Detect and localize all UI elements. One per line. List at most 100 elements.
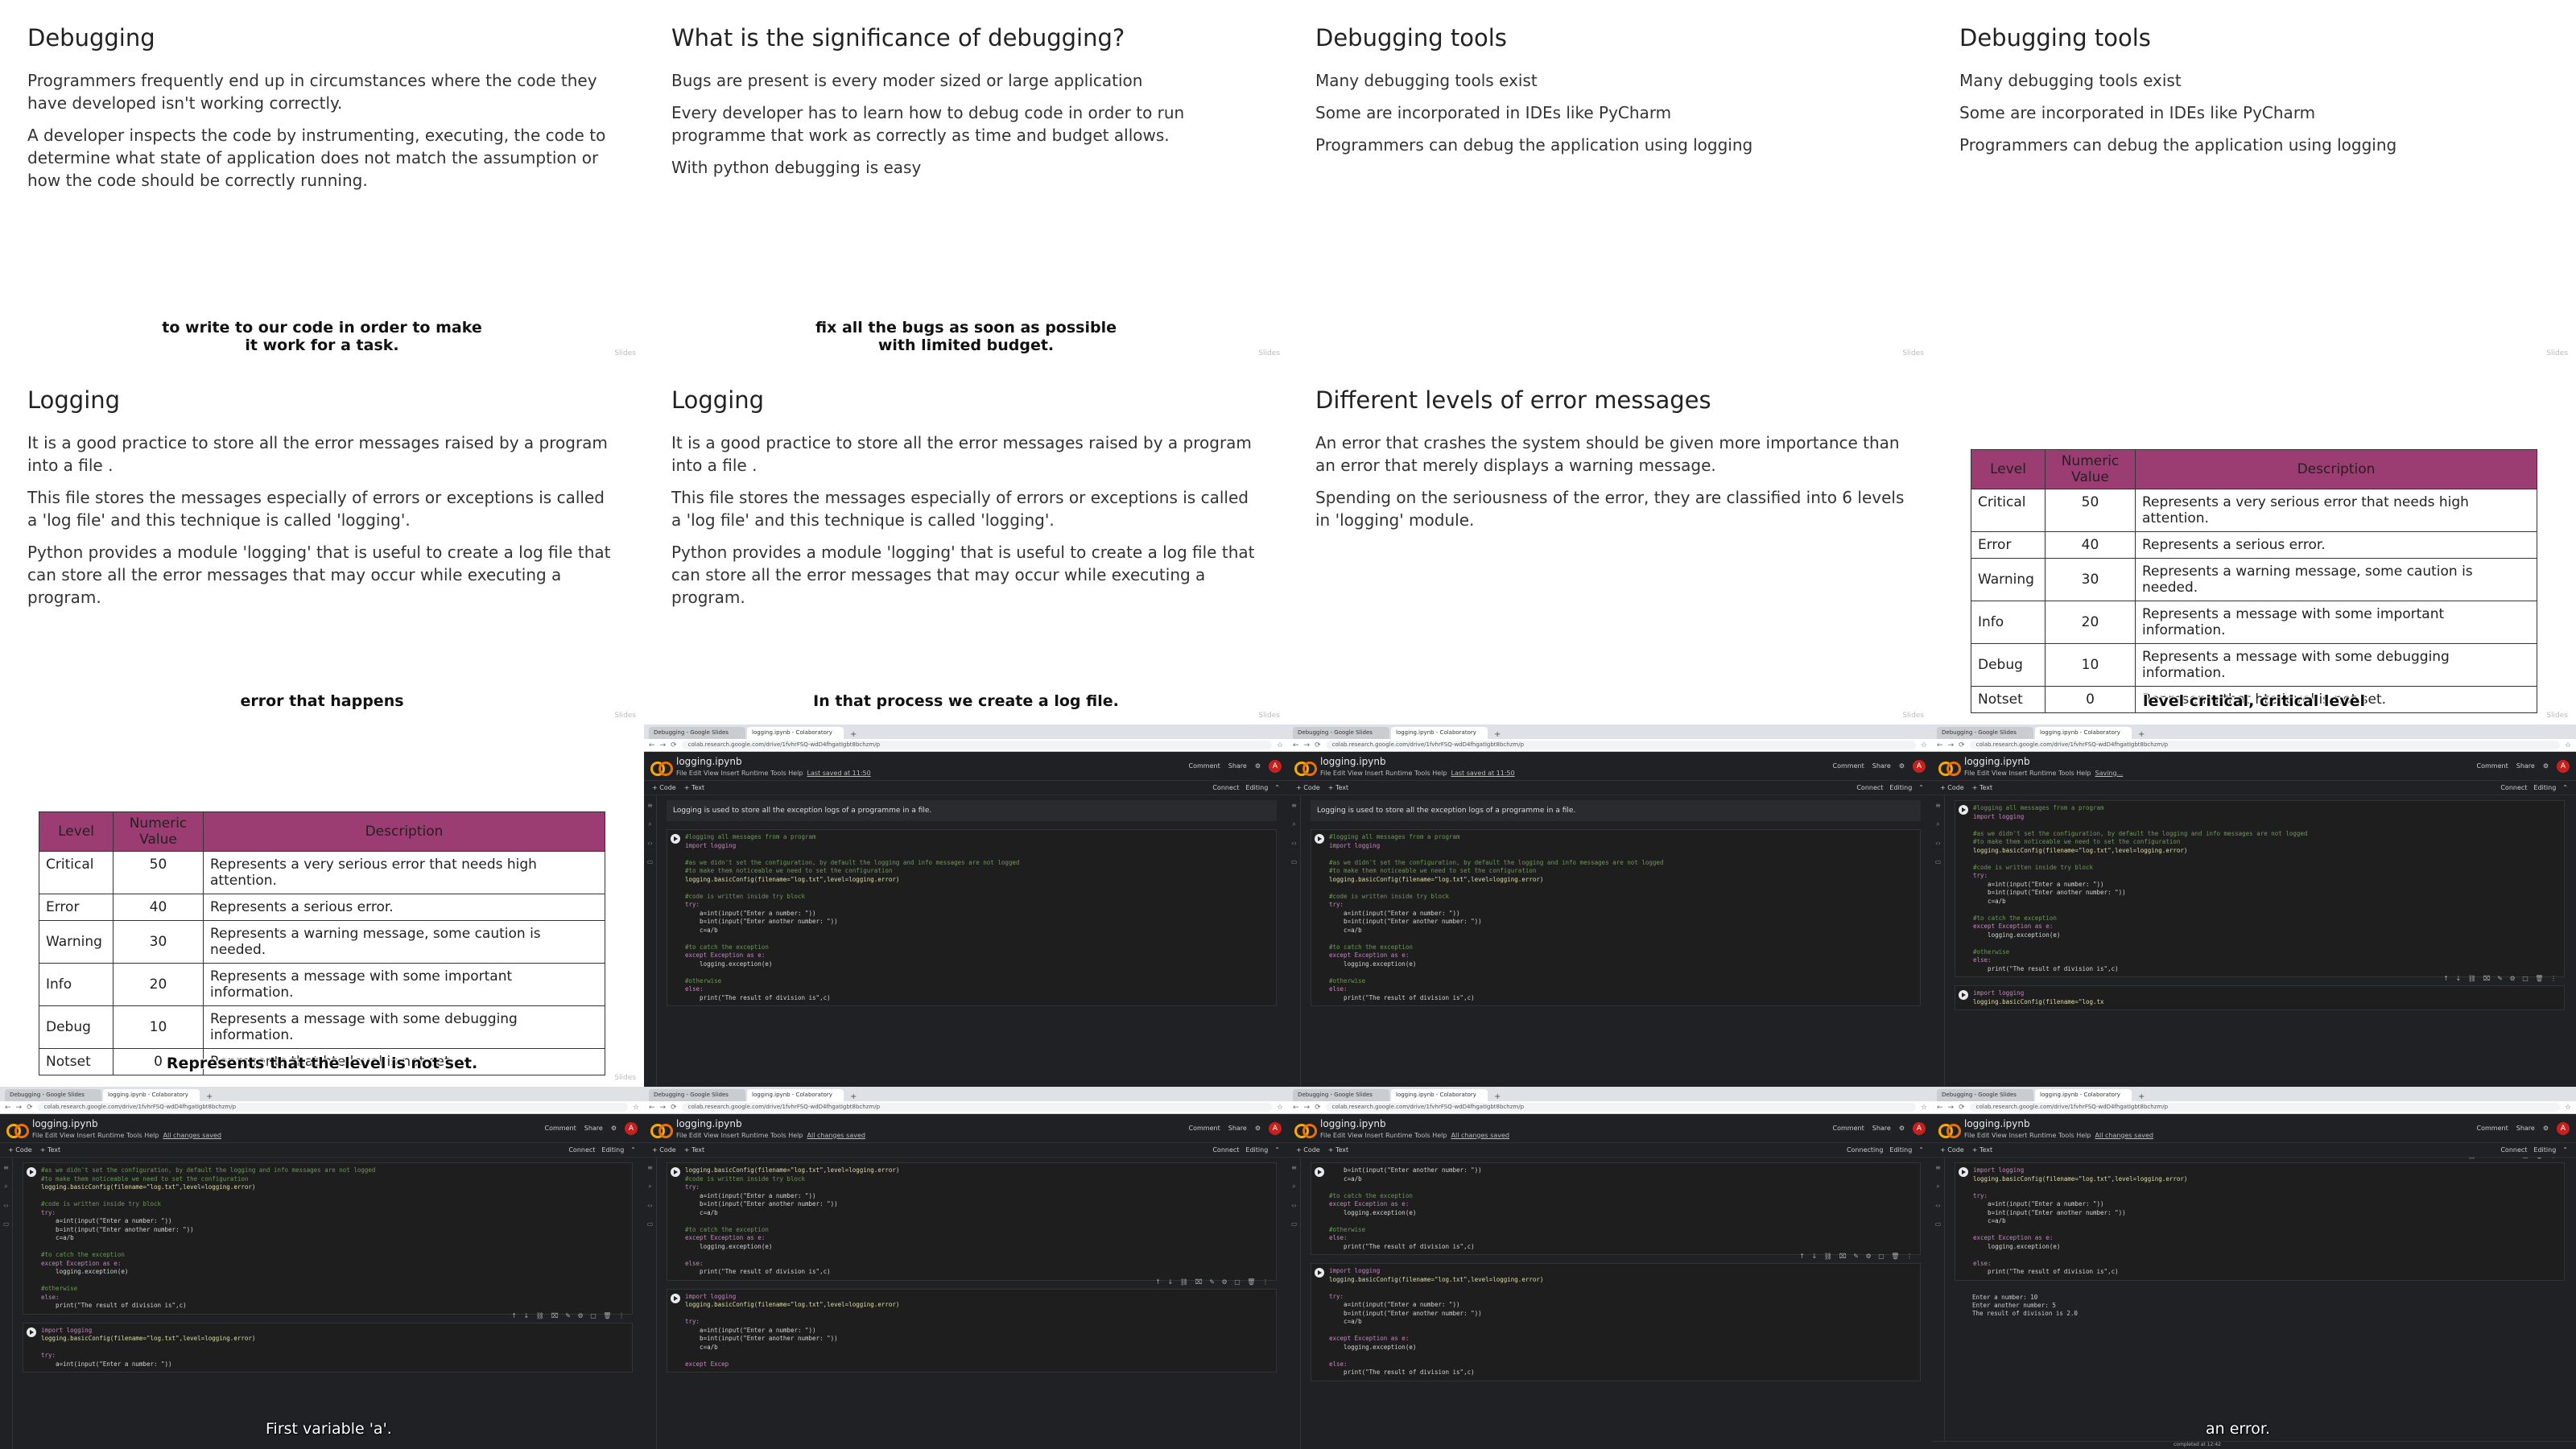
chevron-up-icon[interactable]: ⌃: [1274, 784, 1280, 791]
browser-tab[interactable]: Debugging - Google Slides: [649, 727, 745, 739]
folder-icon[interactable]: ▭: [1291, 1220, 1298, 1228]
cell-toolbar[interactable]: ↑ ↓ ⛓ ⌧ ✎ ⚙ ▢ 🗑 ⋮: [511, 1312, 627, 1319]
menu-icon[interactable]: ≡: [647, 1164, 653, 1171]
menu-icon[interactable]: ≡: [1935, 1164, 1941, 1171]
menu-bar[interactable]: File Edit View Insert Runtime Tools Help: [1964, 770, 2091, 777]
gear-icon[interactable]: ⚙: [1899, 1125, 1905, 1132]
comment-button[interactable]: Comment: [1833, 762, 1864, 770]
search-icon[interactable]: ⌕: [648, 820, 651, 828]
code-cell[interactable]: logging.basicConfig(filename="log.txt",l…: [667, 1162, 1277, 1281]
share-button[interactable]: Share: [1228, 1125, 1247, 1132]
run-cell-button[interactable]: [671, 834, 680, 844]
gear-icon[interactable]: ⚙: [1255, 762, 1261, 770]
reload-icon[interactable]: ⟳: [1959, 1104, 1965, 1112]
share-button[interactable]: Share: [2516, 1125, 2535, 1132]
code-cell[interactable]: #logging all messages from a program imp…: [1311, 829, 1921, 1006]
notebook-filename[interactable]: logging.ipynb: [1964, 756, 2123, 767]
notebook-filename[interactable]: logging.ipynb: [1320, 756, 1515, 767]
add-code-button[interactable]: + Code: [1940, 1146, 1964, 1154]
gear-icon[interactable]: ⚙: [2543, 1125, 2549, 1132]
avatar[interactable]: A: [1913, 1121, 1926, 1135]
add-text-button[interactable]: + Text: [1972, 784, 1992, 791]
gear-icon[interactable]: ⚙: [1899, 762, 1905, 770]
code-icon[interactable]: ‹›: [3, 1202, 8, 1209]
add-code-button[interactable]: + Code: [652, 1146, 676, 1154]
share-button[interactable]: Share: [2516, 762, 2535, 770]
connect-button[interactable]: Connect: [1212, 784, 1239, 791]
forward-icon[interactable]: →: [1304, 1104, 1311, 1112]
editing-mode[interactable]: Editing: [601, 1146, 624, 1154]
folder-icon[interactable]: ▭: [1935, 858, 1942, 865]
connect-button[interactable]: Connect: [1212, 1146, 1239, 1154]
code-cell[interactable]: import logging logging.basicConfig(filena…: [1955, 975, 2565, 1010]
comment-button[interactable]: Comment: [545, 1125, 576, 1132]
run-cell-button[interactable]: [1315, 1167, 1324, 1177]
avatar[interactable]: A: [1269, 1121, 1282, 1135]
cell-toolbar[interactable]: ↑ ↓ ⛓ ⌧ ✎ ⚙ ▢ 🗑 ⋮: [2443, 1158, 2559, 1159]
menu-bar[interactable]: File Edit View Insert Runtime Tools Help: [676, 770, 803, 777]
url-field[interactable]: colab.research.google.com/drive/1fvhrFSQ…: [681, 1103, 1272, 1112]
code-icon[interactable]: ‹›: [647, 1202, 652, 1209]
avatar[interactable]: A: [2557, 759, 2570, 773]
chevron-up-icon[interactable]: ⌃: [2562, 1146, 2568, 1154]
back-icon[interactable]: ←: [1293, 741, 1299, 749]
browser-tab[interactable]: logging.ipynb - Colaboratory: [2035, 727, 2132, 739]
menu-bar[interactable]: File Edit View Insert Runtime Tools Help: [32, 1132, 159, 1139]
code-cell[interactable]: #as we didn't set the configuration, by …: [23, 1162, 633, 1315]
new-tab-button[interactable]: +: [845, 730, 861, 739]
run-cell-button[interactable]: [1959, 805, 1968, 815]
gear-icon[interactable]: ⚙: [2543, 762, 2549, 770]
back-icon[interactable]: ←: [1937, 1104, 1943, 1112]
code-cell[interactable]: import logging logging.basicConfig(filena…: [1311, 1253, 1921, 1381]
share-button[interactable]: Share: [1228, 762, 1247, 770]
search-icon[interactable]: ⌕: [4, 1183, 7, 1191]
search-icon[interactable]: ⌕: [1292, 1183, 1295, 1191]
avatar[interactable]: A: [625, 1121, 638, 1135]
browser-tab[interactable]: Debugging - Google Slides: [5, 1089, 101, 1101]
avatar[interactable]: A: [1913, 759, 1926, 773]
add-text-button[interactable]: + Text: [684, 784, 704, 791]
add-text-button[interactable]: + Text: [684, 1146, 704, 1154]
run-cell-button[interactable]: [27, 1167, 36, 1177]
browser-tab[interactable]: Debugging - Google Slides: [649, 1089, 745, 1101]
url-field[interactable]: colab.research.google.com/drive/1fvhrFSQ…: [1969, 741, 2560, 749]
browser-tab[interactable]: Debugging - Google Slides: [1937, 1089, 2033, 1101]
browser-tab[interactable]: Debugging - Google Slides: [1937, 727, 2033, 739]
menu-icon[interactable]: ≡: [3, 1164, 9, 1171]
url-field[interactable]: colab.research.google.com/drive/1fvhrFSQ…: [1969, 1103, 2560, 1112]
new-tab-button[interactable]: +: [2133, 730, 2149, 739]
folder-icon[interactable]: ▭: [3, 1220, 10, 1228]
browser-tab[interactable]: Debugging - Google Slides: [1293, 1089, 1389, 1101]
connect-button[interactable]: Connect: [1856, 784, 1883, 791]
forward-icon[interactable]: →: [1948, 1104, 1955, 1112]
url-field[interactable]: colab.research.google.com/drive/1fvhrFSQ…: [1325, 1103, 1916, 1112]
add-text-button[interactable]: + Text: [1328, 784, 1348, 791]
star-icon[interactable]: ☆: [2565, 1104, 2571, 1112]
add-text-button[interactable]: + Text: [1972, 1146, 1992, 1154]
reload-icon[interactable]: ⟳: [27, 1104, 33, 1112]
comment-button[interactable]: Comment: [2477, 762, 2508, 770]
code-icon[interactable]: ‹›: [1291, 1202, 1296, 1209]
code-cell[interactable]: import logging logging.basicConfig(filena…: [667, 1278, 1277, 1373]
cell-toolbar[interactable]: ↑ ↓ ⛓ ⌧ ✎ ⚙ ▢ 🗑 ⋮: [1155, 1278, 1271, 1286]
folder-icon[interactable]: ▭: [647, 858, 654, 865]
code-cell[interactable]: import logging logging.basicConfig(filena…: [23, 1312, 633, 1373]
forward-icon[interactable]: →: [660, 1104, 667, 1112]
connect-button[interactable]: Connect: [568, 1146, 595, 1154]
forward-icon[interactable]: →: [660, 741, 667, 749]
url-field[interactable]: colab.research.google.com/drive/1fvhrFSQ…: [37, 1103, 628, 1112]
new-tab-button[interactable]: +: [201, 1092, 217, 1101]
cell-toolbar[interactable]: ↑ ↓ ⛓ ⌧ ✎ ⚙ ▢ 🗑 ⋮: [2443, 975, 2559, 982]
code-icon[interactable]: ‹›: [1935, 840, 1940, 847]
run-cell-button[interactable]: [1315, 834, 1324, 844]
editing-mode[interactable]: Editing: [1889, 784, 1912, 791]
reload-icon[interactable]: ⟳: [671, 741, 677, 749]
star-icon[interactable]: ☆: [1921, 741, 1927, 749]
folder-icon[interactable]: ▭: [1291, 858, 1298, 865]
comment-button[interactable]: Comment: [1189, 1125, 1220, 1132]
back-icon[interactable]: ←: [1293, 1104, 1299, 1112]
browser-tab[interactable]: logging.ipynb - Colaboratory: [1391, 727, 1488, 739]
run-cell-button[interactable]: [1959, 1167, 1968, 1177]
menu-icon[interactable]: ≡: [1935, 802, 1941, 809]
notebook-filename[interactable]: logging.ipynb: [1320, 1118, 1509, 1129]
